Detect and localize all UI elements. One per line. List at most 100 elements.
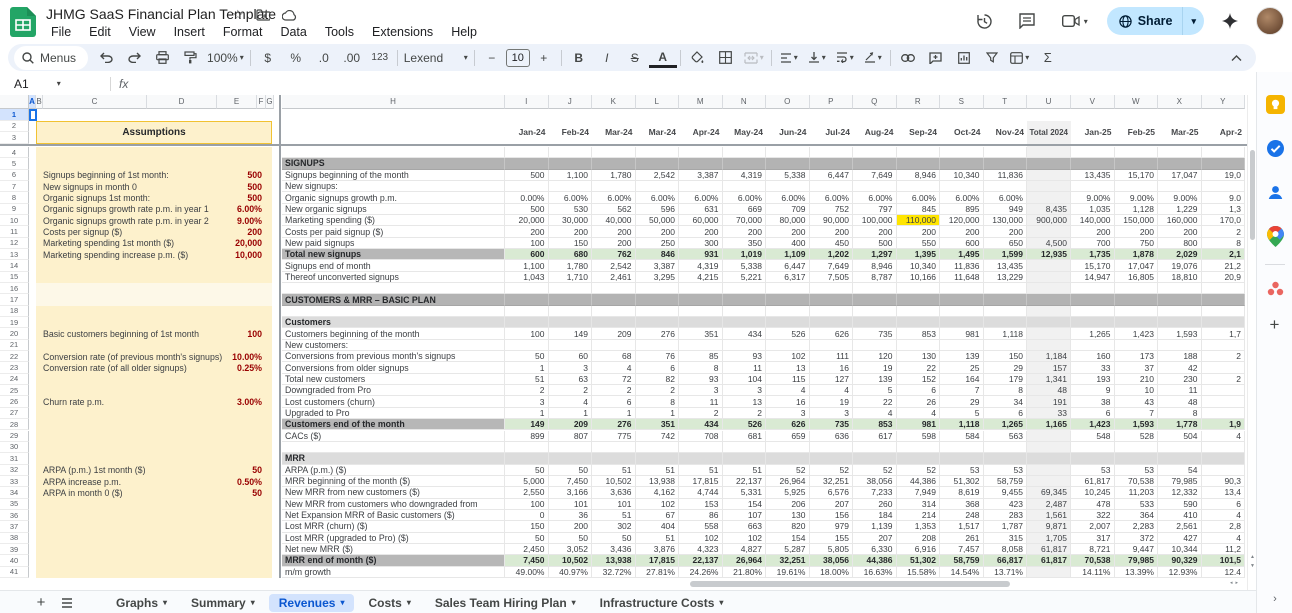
column-header-G[interactable]: G [266, 95, 274, 109]
cell[interactable]: 3,636 [592, 487, 636, 498]
cell[interactable]: 36 [549, 510, 593, 521]
fill-color-button[interactable] [684, 47, 712, 69]
cell[interactable]: 548 [1071, 431, 1115, 442]
cell[interactable]: 8 [679, 362, 723, 373]
cell[interactable]: 52 [766, 465, 810, 476]
cell[interactable]: 29 [984, 362, 1028, 373]
cell[interactable] [549, 442, 593, 453]
text-color-button[interactable]: A [649, 50, 677, 68]
cell[interactable] [810, 294, 854, 305]
cell[interactable]: 150 [549, 238, 593, 249]
cell[interactable]: 0 [505, 510, 549, 521]
cell[interactable]: 157 [1027, 362, 1071, 373]
cell[interactable]: 6.00% [766, 192, 810, 203]
cell[interactable]: 526 [723, 419, 767, 430]
cell[interactable]: 68 [592, 351, 636, 362]
cell[interactable]: 7,649 [810, 260, 854, 271]
cell[interactable] [810, 283, 854, 294]
cell[interactable] [1115, 340, 1159, 351]
cell[interactable] [723, 294, 767, 305]
cell[interactable] [810, 147, 854, 158]
cell[interactable]: 111 [810, 351, 854, 362]
cell[interactable]: 584 [940, 431, 984, 442]
sheet-tab-menu-caret[interactable]: ▾ [251, 598, 255, 607]
cell[interactable]: 1,165 [1027, 419, 1071, 430]
cell[interactable] [1115, 306, 1159, 317]
cell[interactable]: 21,2 [1202, 260, 1246, 271]
cell[interactable]: 130 [766, 510, 810, 521]
cell[interactable]: 590 [1158, 499, 1202, 510]
menu-view[interactable]: View [122, 24, 163, 40]
decrease-font-size-button[interactable]: − [478, 47, 506, 69]
cell[interactable]: 500 [853, 238, 897, 249]
cell[interactable]: 4 [1202, 533, 1246, 544]
cell[interactable]: 681 [723, 431, 767, 442]
assumption-row[interactable]: ARPA in month 0 ($)50 [43, 487, 264, 498]
insert-comment-button[interactable] [922, 47, 950, 69]
cell[interactable]: 8 [636, 396, 680, 407]
bold-button[interactable]: B [565, 47, 593, 69]
cell[interactable] [853, 181, 897, 192]
cell[interactable]: 52 [853, 465, 897, 476]
cell[interactable]: 900,000 [1027, 215, 1071, 226]
cell[interactable] [1027, 294, 1071, 305]
cell[interactable] [679, 317, 723, 328]
cell[interactable] [940, 306, 984, 317]
cell[interactable]: 4 [766, 385, 810, 396]
cell[interactable]: 200 [940, 226, 984, 237]
cell[interactable]: 13,938 [592, 555, 636, 566]
cell[interactable]: 22,137 [723, 476, 767, 487]
assumption-value[interactable]: 50 [224, 488, 262, 498]
cell[interactable]: 4 [1202, 431, 1246, 442]
comment-history-icon[interactable] [1011, 5, 1043, 37]
cell[interactable]: 22 [853, 396, 897, 407]
cell[interactable]: 853 [853, 419, 897, 430]
row-header-33[interactable]: 33 [0, 476, 29, 487]
cell[interactable] [1027, 306, 1071, 317]
cell[interactable]: 9.00% [1158, 192, 1202, 203]
row-header-9[interactable]: 9 [0, 204, 29, 215]
cell[interactable]: 22 [897, 362, 941, 373]
star-icon[interactable]: ☆ [232, 7, 244, 23]
spreadsheet-grid[interactable]: ABCDEFGHIJKLMNOPQRSTUVWXY 12345678910111… [0, 95, 1247, 578]
cell[interactable]: 18,810 [1158, 272, 1202, 283]
cell[interactable] [1115, 317, 1159, 328]
cell[interactable]: 61,817 [1027, 544, 1071, 555]
cell[interactable] [984, 294, 1028, 305]
cell[interactable] [897, 283, 941, 294]
cell[interactable]: 7,450 [549, 476, 593, 487]
assumption-value[interactable]: 200 [224, 227, 262, 237]
cell[interactable] [505, 158, 549, 169]
cell[interactable] [1027, 476, 1071, 487]
assumption-value[interactable]: 10,000 [224, 250, 262, 260]
cell[interactable]: 1,495 [940, 249, 984, 260]
cell[interactable]: 1 [505, 362, 549, 373]
cell[interactable]: 3,387 [679, 170, 723, 181]
assumption-row[interactable]: Basic customers beginning of 1st month10… [43, 328, 264, 339]
cell[interactable] [810, 442, 854, 453]
cell[interactable] [723, 158, 767, 169]
cell[interactable]: 51 [592, 465, 636, 476]
cell[interactable]: 2 [1202, 226, 1246, 237]
share-button[interactable]: Share ▾ [1107, 7, 1204, 35]
assumption-label[interactable]: Organic signups 1st month: [43, 193, 224, 203]
row-header-37[interactable]: 37 [0, 521, 29, 532]
cell[interactable]: 6,317 [766, 272, 810, 283]
decrease-decimal-button[interactable]: .0 [310, 47, 338, 69]
zoom-select[interactable]: 100%▾ [204, 47, 247, 69]
row-header-20[interactable]: 20 [0, 328, 29, 339]
cell[interactable]: 139 [940, 351, 984, 362]
cell[interactable] [1115, 158, 1159, 169]
cell[interactable]: 6.00% [636, 192, 680, 203]
cell[interactable]: 1,395 [897, 249, 941, 260]
column-header-B[interactable]: B [36, 95, 43, 109]
cell[interactable] [679, 147, 723, 158]
cell[interactable]: 7,949 [897, 487, 941, 498]
cell[interactable]: Upgraded to Pro [282, 408, 505, 419]
cell[interactable]: 315 [984, 533, 1028, 544]
cell[interactable] [636, 181, 680, 192]
row-header-35[interactable]: 35 [0, 499, 29, 510]
cell[interactable] [984, 453, 1028, 464]
cell[interactable] [1027, 465, 1071, 476]
row-header-16[interactable]: 16 [0, 283, 29, 294]
